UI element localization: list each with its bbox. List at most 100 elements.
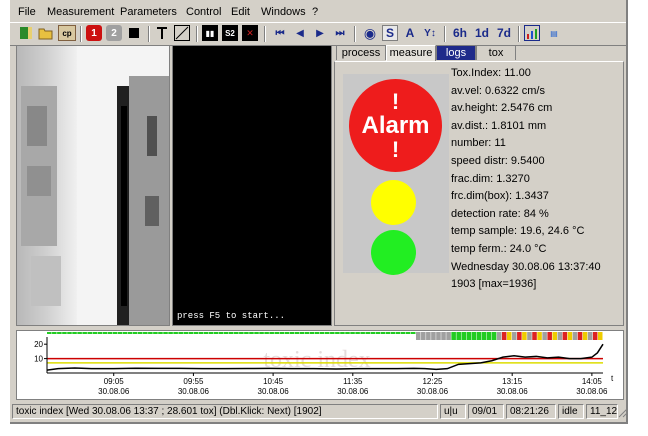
tab-process[interactable]: process [336,45,386,60]
a-button[interactable]: A [402,25,418,41]
status-strip-cell [512,332,517,340]
status-strip-cell [57,332,62,334]
status-strip-cell [567,332,573,340]
stop-icon[interactable] [126,25,142,41]
status-strip-cell [415,332,421,340]
status-main: toxic index [Wed 30.08.06 13:37 ; 28.601… [12,404,438,419]
status-strip-cell [582,332,588,340]
status-strip-cell [274,332,280,334]
status-strip-cell [97,332,103,334]
status-strip-cell [517,332,522,340]
marker-icon[interactable] [154,25,170,41]
chart-svg: toxic index201009:0530.08.0609:5530.08.0… [34,332,614,396]
s1-icon[interactable]: ▮▮ [202,25,218,41]
status-strip-cell [421,332,426,340]
status-strip-cell [127,332,133,334]
menu-parameters[interactable]: Parameters [118,4,179,20]
status-strip-cell [254,332,259,334]
status-strip-cell [279,332,285,334]
status-strip-cell [183,332,189,334]
camera-view [16,45,170,326]
x-tick-time: 09:55 [183,377,204,386]
resize-grip-icon[interactable] [618,408,628,418]
app-window: File Measurement Parameters Control Edit… [10,0,628,424]
status-strip-cell [319,332,325,334]
metric-datetime: Wednesday 30.08.06 13:37:40 [451,260,601,273]
status-strip-cell [587,332,593,340]
prev-icon[interactable]: ◀ [292,25,308,41]
x-tick-time: 12:25 [422,377,443,386]
ok-light [371,230,416,275]
metric-tox-index: Tox.Index: 11.00 [451,67,531,79]
step-2-icon[interactable]: 2 [106,25,122,41]
status-strip-cell [239,332,244,334]
range-1d-button[interactable]: 1d [472,25,492,41]
status-strip-cell [178,332,183,334]
status-strip-cell [47,332,52,334]
alarm-indicator: ! Alarm ! [349,79,442,172]
status-strip-cell [577,332,583,340]
x-tick-date: 30.08.06 [497,387,529,396]
open-folder-icon[interactable] [38,25,54,41]
status-strip-cell [572,332,578,340]
metric-number: number: 11 [451,137,506,150]
status-strip-cell [168,332,173,334]
status-strip-cell [532,332,537,340]
metric-av-vel: av.vel: 0.6322 cm/s [451,84,545,97]
status-time: 08:21:26 [506,404,556,419]
last-icon[interactable]: ⏭ [332,25,348,41]
first-icon[interactable]: ⏮ [272,25,288,41]
target-icon[interactable]: ◉ [362,25,378,41]
menu-edit[interactable]: Edit [229,4,252,20]
menu-measurement[interactable]: Measurement [45,4,116,20]
x-tick-time: 13:15 [502,377,523,386]
metric-detection-rate: detection rate: 84 % [451,207,549,220]
range-6h-button[interactable]: 6h [450,25,470,41]
s3-icon[interactable]: ✕ [242,25,258,41]
status-strip-cell [501,332,507,340]
toolbar: cp 1 2 ▮▮ S2 ✕ ⏮ ◀ ▶ ⏭ ◉ S A Y↕ 6h 1d 7d [10,22,626,46]
tab-logs[interactable]: logs [436,45,476,60]
menu-control[interactable]: Control [184,4,223,20]
menu-file[interactable]: File [16,4,38,20]
tab-tox[interactable]: tox [476,45,516,60]
alarm-label: Alarm [361,111,430,139]
camera-image [17,46,169,325]
s-button[interactable]: S [382,25,398,41]
cp-icon[interactable]: cp [58,25,76,41]
status-strip-cell [330,332,335,334]
range-7d-button[interactable]: 7d [494,25,514,41]
status-strip-cell [309,332,315,334]
status-strip-cell [143,332,148,334]
s2-icon[interactable]: S2 [222,25,238,41]
status-strip-cell [102,332,108,334]
x-axis-label: t [611,374,614,383]
status-strip-cell [552,332,558,340]
status-strip-cell [547,332,552,340]
status-strip-cell [350,332,355,334]
status-strip-cell [527,332,532,340]
enter-icon[interactable] [18,25,34,41]
y-tick-label: 10 [34,355,43,364]
toxic-index-chart[interactable]: toxic index 20 10 09:05 30.08.06 09:55 30.08.0… [16,330,624,400]
status-strip-cell [158,332,163,334]
next-icon[interactable]: ▶ [312,25,328,41]
status-strip-cell [597,332,603,340]
status-strip-cell [77,332,82,334]
status-strip-cell [213,332,219,334]
bbc-icon[interactable]: ▤ [546,25,562,41]
video-view: press F5 to start... [172,45,332,326]
chart-icon[interactable] [524,25,540,41]
y-axis-icon[interactable]: Y↕ [422,25,438,41]
step-1-icon[interactable]: 1 [86,25,102,41]
status-strip-cell [400,332,406,334]
menu-help[interactable]: ? [310,4,320,20]
menu-windows[interactable]: Windows [259,4,308,20]
tab-measure[interactable]: measure [386,45,436,61]
status-strip-cell [390,332,396,334]
status-code: 11_12 [586,404,618,419]
status-strip-cell [163,332,168,334]
status-strip-cell [72,332,77,334]
graph-icon[interactable] [174,25,190,41]
status-strip-cell [466,332,472,340]
